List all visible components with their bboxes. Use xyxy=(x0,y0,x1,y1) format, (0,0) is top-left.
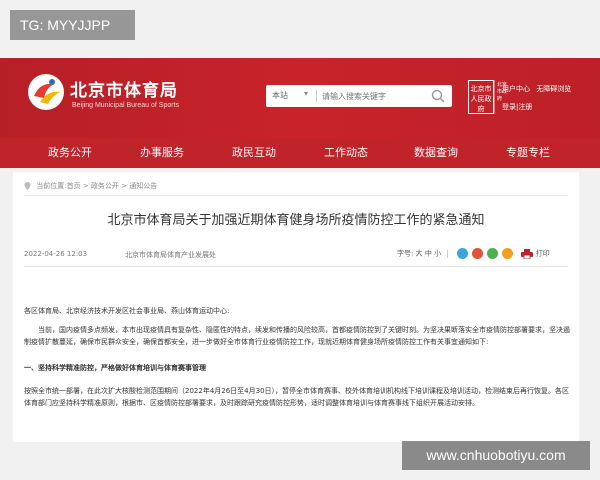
location-icon xyxy=(24,182,31,190)
font-size-label: 字号: xyxy=(397,249,414,258)
nav-item-services[interactable]: 办事服务 xyxy=(140,138,184,168)
article-section-heading: 一、坚持科学精准防控，严格做好体育培训与体育赛事管理 xyxy=(24,364,206,372)
watermark-bottom: www.cnhuobotiyu.com xyxy=(402,441,590,470)
nav-item-topics[interactable]: 专题专栏 xyxy=(506,138,550,168)
nav-item-interaction[interactable]: 政民互动 xyxy=(232,138,276,168)
article-source: 北京市体育局体育产业发展处 xyxy=(125,251,216,259)
article-paragraph: 各区体育局、北京经济技术开发区社会事业局、燕山体育运动中心: xyxy=(24,307,230,315)
breadcrumb-divider xyxy=(24,195,568,196)
tools-divider xyxy=(447,249,449,258)
article-tools: 字号: 大 中 小 打印 xyxy=(397,248,550,259)
breadcrumb: 当前位置:首页 > 政务公开 > 通知公告 xyxy=(24,181,157,191)
share-weibo-icon[interactable] xyxy=(471,248,483,259)
article-paragraph: 按照全市统一部署，在此次扩大核酸检测范围期间（2022年4月26日至4月30日）… xyxy=(24,387,570,407)
search-input[interactable] xyxy=(322,85,422,107)
meta-divider xyxy=(24,266,568,267)
search-scope-select[interactable]: 本站 xyxy=(272,85,288,107)
user-center-link[interactable]: 用户中心 xyxy=(502,85,530,93)
search-box: 本站 ▾ xyxy=(266,85,452,107)
article-card: 当前位置:首页 > 政务公开 > 通知公告 北京市体育局关于加强近期体育健身场所… xyxy=(13,172,579,442)
site-title[interactable]: 北京市体育局 xyxy=(70,76,178,101)
emblem-divider xyxy=(494,80,495,114)
share-qzone-icon[interactable] xyxy=(502,248,514,259)
search-icon[interactable] xyxy=(430,88,446,104)
government-emblem[interactable]: 北京市人民政府 xyxy=(468,80,494,114)
watermark-top: TG: MYYJJPP xyxy=(10,10,135,40)
font-size-medium[interactable]: 中 xyxy=(425,250,432,258)
article-paragraph: 当前，国内疫情多点频发，本市出现疫情具有复杂性、隐匿性的特点，续发和传播的风险较… xyxy=(24,326,570,346)
breadcrumb-government-affairs[interactable]: 政务公开 xyxy=(91,182,119,190)
breadcrumb-notices[interactable]: 通知公告 xyxy=(129,182,157,190)
printer-icon[interactable] xyxy=(521,248,534,259)
share-wechat-icon[interactable] xyxy=(487,248,498,259)
site-header: 北京市体育局 Beijing Municipal Bureau of Sport… xyxy=(0,58,600,138)
print-link[interactable]: 打印 xyxy=(536,250,550,258)
article-date: 2022-04-26 12:03 xyxy=(24,250,88,258)
site-subtitle: Beijing Municipal Bureau of Sports xyxy=(72,102,180,109)
search-divider xyxy=(316,90,317,102)
font-size-large[interactable]: 大 xyxy=(416,250,423,258)
article-title: 北京市体育局关于加强近期体育健身场所疫情防控工作的紧急通知 xyxy=(107,213,485,228)
nav-item-news[interactable]: 工作动态 xyxy=(324,138,368,168)
accessibility-link[interactable]: 无障碍浏览 xyxy=(536,85,571,93)
bureau-logo-icon[interactable] xyxy=(26,72,66,112)
font-size-small[interactable]: 小 xyxy=(434,250,441,258)
share-qq-icon[interactable] xyxy=(456,248,468,259)
top-links: 用户中心 无障碍浏览 xyxy=(502,84,575,94)
login-register-link[interactable]: 登录|注册 xyxy=(502,102,532,112)
nav-item-data-query[interactable]: 数据查询 xyxy=(414,138,458,168)
breadcrumb-home[interactable]: 当前位置:首页 xyxy=(36,182,80,190)
chevron-down-icon[interactable]: ▾ xyxy=(304,89,308,98)
nav-item-government-affairs[interactable]: 政务公开 xyxy=(48,138,92,168)
main-nav: 政务公开 办事服务 政民互动 工作动态 数据查询 专题专栏 xyxy=(0,138,600,168)
